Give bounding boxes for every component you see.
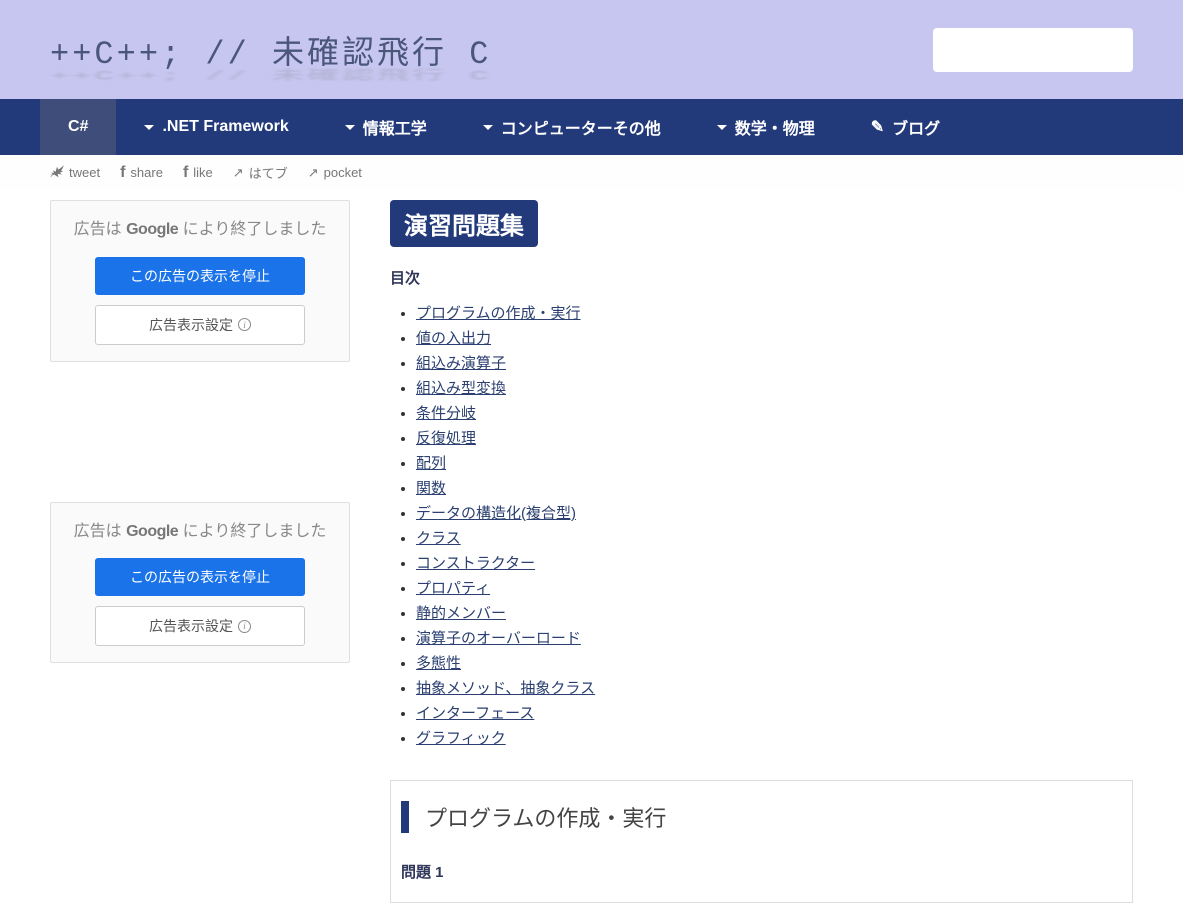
share-button[interactable]: fshare [120, 163, 163, 182]
stop-ad-button[interactable]: この広告の表示を停止 [95, 558, 305, 596]
nav-item-5[interactable]: ブログ [843, 99, 968, 155]
pocket-button[interactable]: ↗pocket [308, 163, 362, 182]
toc-link-10[interactable]: コンストラクター [416, 555, 535, 572]
toc-link-9[interactable]: クラス [416, 530, 461, 547]
toc-item: 演算子のオーバーロード [416, 625, 1133, 650]
toc-item: 条件分岐 [416, 400, 1133, 425]
toc-link-8[interactable]: データの構造化(複合型) [416, 505, 576, 522]
ad-box: 広告は Google により終了しました この広告の表示を停止 広告表示設定 i [50, 502, 350, 664]
nav-item-label: ブログ [892, 115, 940, 139]
toc-link-7[interactable]: 関数 [416, 480, 446, 497]
tweet-button[interactable]: tweet [50, 163, 100, 182]
twitter-icon [50, 164, 64, 181]
toc-item: プロパティ [416, 575, 1133, 600]
facebook-icon: f [120, 164, 125, 182]
external-link-icon: ↗ [233, 165, 244, 181]
toc-link-5[interactable]: 反復処理 [416, 430, 476, 447]
question-heading: 問題 1 [401, 861, 1122, 882]
toc-item: 多態性 [416, 650, 1133, 675]
nav-item-label: コンピューターその他 [501, 115, 661, 139]
section-heading: プログラムの作成・実行 [401, 801, 1122, 833]
toc-item: 配列 [416, 450, 1133, 475]
info-icon: i [238, 620, 251, 633]
toc-item: 組込み型変換 [416, 375, 1133, 400]
toc-list: プログラムの作成・実行値の入出力組込み演算子組込み型変換条件分岐反復処理配列関数… [390, 300, 1133, 750]
toc-item: コンストラクター [416, 550, 1133, 575]
nav-item-4[interactable]: 数学・物理 [689, 99, 843, 155]
toc-item: クラス [416, 525, 1133, 550]
header: ++C++; // 未確認飛行 C [0, 0, 1183, 99]
ad-text: 広告は Google により終了しました [67, 217, 333, 243]
toc-link-1[interactable]: 値の入出力 [416, 330, 491, 347]
toc-link-2[interactable]: 組込み演算子 [416, 355, 506, 372]
like-button[interactable]: flike [183, 163, 213, 182]
nav-item-0[interactable]: C# [40, 99, 116, 155]
toc-item: 抽象メソッド、抽象クラス [416, 675, 1133, 700]
toc-item: データの構造化(複合型) [416, 500, 1133, 525]
search-box[interactable] [933, 28, 1133, 72]
share-bar: tweet fshare flike ↗はてブ ↗pocket [0, 155, 1183, 190]
ad-settings-button[interactable]: 広告表示設定 i [95, 305, 305, 345]
nav-item-3[interactable]: コンピューターその他 [455, 99, 689, 155]
chevron-down-icon [717, 125, 727, 130]
facebook-icon: f [183, 164, 188, 182]
ad-settings-button[interactable]: 広告表示設定 i [95, 606, 305, 646]
toc-item: プログラムの作成・実行 [416, 300, 1133, 325]
toc-item: 静的メンバー [416, 600, 1133, 625]
toc-item: 関数 [416, 475, 1133, 500]
toc-link-12[interactable]: 静的メンバー [416, 605, 506, 622]
nav-item-2[interactable]: 情報工学 [317, 99, 455, 155]
toc-link-17[interactable]: グラフィック [416, 730, 506, 747]
hateb-button[interactable]: ↗はてブ [233, 163, 288, 182]
page-title: 演習問題集 [390, 200, 538, 247]
main-nav: C# .NET Framework 情報工学 コンピューターその他 数学・物理 ブログ [0, 99, 1183, 155]
chevron-down-icon [483, 125, 493, 130]
nav-item-label: .NET Framework [162, 118, 288, 136]
chevron-down-icon [345, 125, 355, 130]
toc-heading: 目次 [390, 267, 1133, 288]
nav-item-label: 情報工学 [363, 115, 427, 139]
nav-item-1[interactable]: .NET Framework [116, 99, 316, 155]
search-input[interactable] [945, 42, 1126, 58]
sidebar: 広告は Google により終了しました この広告の表示を停止 広告表示設定 i… [50, 200, 350, 703]
chevron-down-icon [144, 125, 154, 130]
toc-link-0[interactable]: プログラムの作成・実行 [416, 305, 581, 322]
toc-link-14[interactable]: 多態性 [416, 655, 461, 672]
toc-link-4[interactable]: 条件分岐 [416, 405, 476, 422]
toc-link-16[interactable]: インターフェース [416, 705, 534, 722]
info-icon: i [238, 318, 251, 331]
ad-text: 広告は Google により終了しました [67, 519, 333, 545]
toc-item: 値の入出力 [416, 325, 1133, 350]
toc-item: グラフィック [416, 725, 1133, 750]
site-title[interactable]: ++C++; // 未確認飛行 C [50, 27, 491, 73]
pen-icon [871, 117, 884, 137]
toc-item: インターフェース [416, 700, 1133, 725]
toc-item: 反復処理 [416, 425, 1133, 450]
toc-link-15[interactable]: 抽象メソッド、抽象クラス [416, 680, 595, 697]
stop-ad-button[interactable]: この広告の表示を停止 [95, 257, 305, 295]
external-link-icon: ↗ [308, 165, 319, 181]
nav-item-label: C# [68, 118, 88, 136]
ad-box: 広告は Google により終了しました この広告の表示を停止 広告表示設定 i [50, 200, 350, 362]
main-content: 演習問題集 目次 プログラムの作成・実行値の入出力組込み演算子組込み型変換条件分… [390, 200, 1133, 903]
toc-link-6[interactable]: 配列 [416, 455, 446, 472]
nav-item-label: 数学・物理 [735, 115, 815, 139]
toc-link-11[interactable]: プロパティ [416, 580, 490, 597]
toc-item: 組込み演算子 [416, 350, 1133, 375]
toc-link-13[interactable]: 演算子のオーバーロード [416, 630, 581, 647]
toc-link-3[interactable]: 組込み型変換 [416, 380, 506, 397]
